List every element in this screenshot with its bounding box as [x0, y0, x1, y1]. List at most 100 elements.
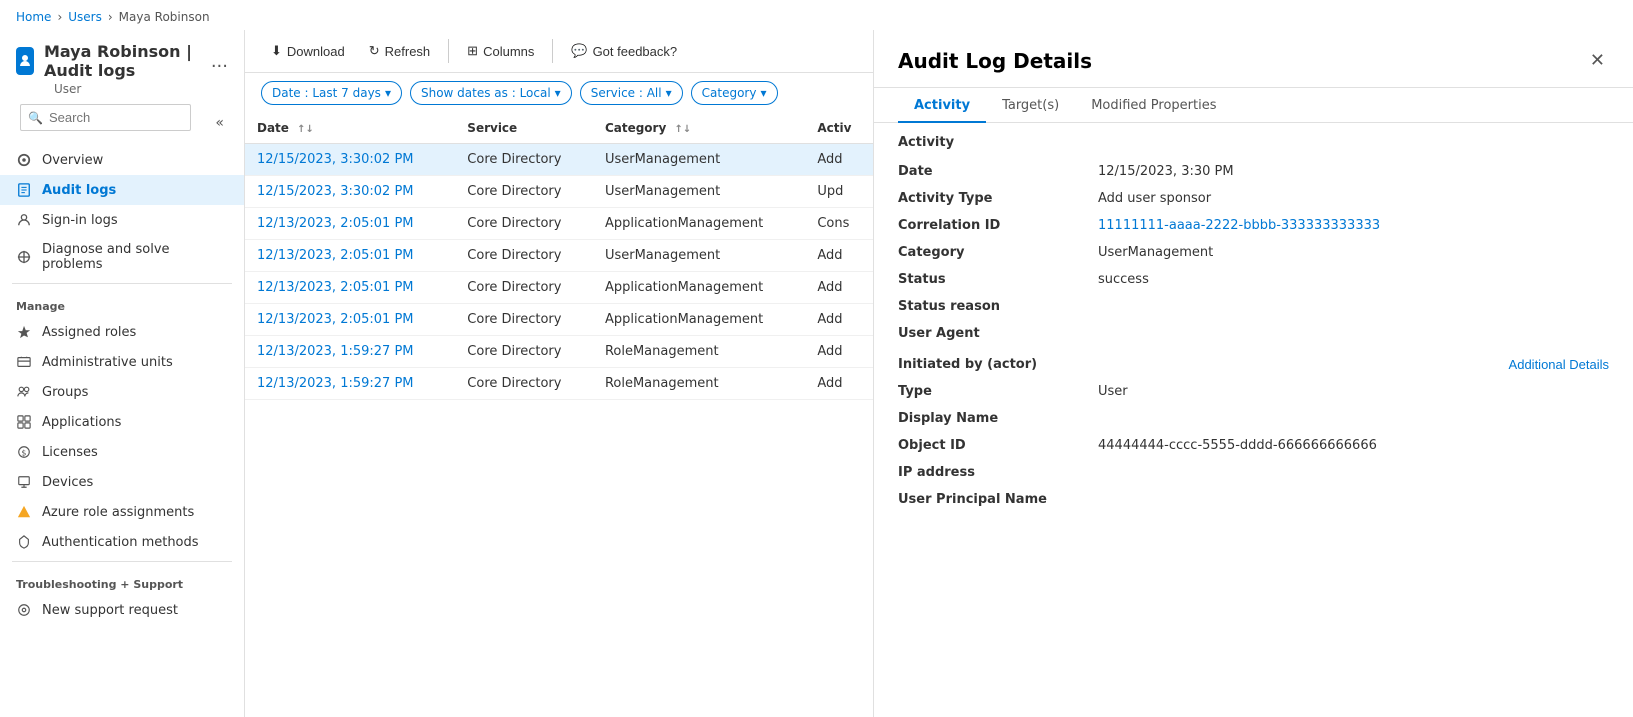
- cell-activity: Add: [805, 272, 873, 304]
- app-icon: [16, 414, 32, 430]
- cell-date: 12/13/2023, 1:59:27 PM: [245, 368, 455, 400]
- sidebar-item-applications[interactable]: Applications: [0, 407, 244, 437]
- sidebar: Maya Robinson | Audit logs ... User 🔍 « …: [0, 30, 245, 717]
- cell-activity: Add: [805, 368, 873, 400]
- cell-category: UserManagement: [593, 144, 805, 176]
- azure-icon: [16, 504, 32, 520]
- page-title: Maya Robinson | Audit logs: [44, 42, 201, 80]
- table-row[interactable]: 12/13/2023, 2:05:01 PM Core Directory Us…: [245, 240, 873, 272]
- cell-category: RoleManagement: [593, 368, 805, 400]
- filter-category-chevron: ▾: [760, 86, 766, 100]
- sidebar-item-azure-roles[interactable]: Azure role assignments: [0, 497, 244, 527]
- audit-logs-table: Date ↑↓ Service Category ↑↓ Activ: [245, 113, 873, 717]
- table-row[interactable]: 12/13/2023, 2:05:01 PM Core Directory Ap…: [245, 208, 873, 240]
- more-options-button[interactable]: ...: [211, 51, 228, 72]
- col-category[interactable]: Category ↑↓: [593, 113, 805, 144]
- sidebar-item-azure-roles-label: Azure role assignments: [42, 505, 194, 520]
- filter-showdates-chevron: ▾: [555, 86, 561, 100]
- detail-row-activity-type: Activity Type Add user sponsor: [874, 185, 1633, 212]
- cell-activity: Add: [805, 240, 873, 272]
- filter-service[interactable]: Service : All ▾: [580, 81, 683, 105]
- detail-row-correlation-id: Correlation ID 11111111-aaaa-2222-bbbb-3…: [874, 212, 1633, 239]
- filter-date[interactable]: Date : Last 7 days ▾: [261, 81, 402, 105]
- sidebar-item-admin-units[interactable]: Administrative units: [0, 347, 244, 377]
- cell-category: UserManagement: [593, 240, 805, 272]
- diagnose-icon: [16, 249, 32, 265]
- filter-service-chevron: ▾: [666, 86, 672, 100]
- table-row[interactable]: 12/13/2023, 1:59:27 PM Core Directory Ro…: [245, 336, 873, 368]
- sidebar-item-auth-methods-label: Authentication methods: [42, 535, 199, 550]
- col-activity[interactable]: Activ: [805, 113, 873, 144]
- sidebar-item-sign-in-logs[interactable]: Sign-in logs: [0, 205, 244, 235]
- breadcrumb-users[interactable]: Users: [68, 10, 102, 24]
- tab-activity[interactable]: Activity: [898, 88, 986, 123]
- collapse-sidebar-button[interactable]: «: [203, 111, 236, 135]
- col-date[interactable]: Date ↑↓: [245, 113, 455, 144]
- download-icon: ⬇: [271, 43, 282, 59]
- device-icon: [16, 474, 32, 490]
- detail-row-user-agent: User Agent: [874, 320, 1633, 347]
- sidebar-item-audit-logs[interactable]: Audit logs: [0, 175, 244, 205]
- cell-date: 12/15/2023, 3:30:02 PM: [245, 176, 455, 208]
- feedback-button[interactable]: 💬 Got feedback?: [561, 38, 687, 64]
- cell-category: UserManagement: [593, 176, 805, 208]
- sidebar-item-licenses[interactable]: $ Licenses: [0, 437, 244, 467]
- sidebar-item-diagnose[interactable]: Diagnose and solve problems: [0, 235, 244, 279]
- divider-support: [12, 561, 232, 562]
- sidebar-item-overview[interactable]: Overview: [0, 145, 244, 175]
- manage-section-label: Manage: [0, 288, 244, 317]
- tab-modified-properties[interactable]: Modified Properties: [1075, 88, 1232, 123]
- detail-row-status-reason: Status reason: [874, 293, 1633, 320]
- table-row[interactable]: 12/13/2023, 2:05:01 PM Core Directory Ap…: [245, 272, 873, 304]
- signin-icon: [16, 212, 32, 228]
- sidebar-user-icon: [16, 47, 34, 75]
- tab-targets[interactable]: Target(s): [986, 88, 1075, 123]
- divider-manage: [12, 283, 232, 284]
- cell-date: 12/13/2023, 2:05:01 PM: [245, 272, 455, 304]
- table-row[interactable]: 12/13/2023, 2:05:01 PM Core Directory Ap…: [245, 304, 873, 336]
- auth-icon: [16, 534, 32, 550]
- download-button[interactable]: ⬇ Download: [261, 38, 355, 64]
- sidebar-item-assigned-roles[interactable]: Assigned roles: [0, 317, 244, 347]
- overview-icon: [16, 152, 32, 168]
- role-icon: [16, 324, 32, 340]
- refresh-button[interactable]: ↻ Refresh: [359, 38, 440, 64]
- search-input[interactable]: [20, 104, 191, 131]
- table-row[interactable]: 12/13/2023, 1:59:27 PM Core Directory Ro…: [245, 368, 873, 400]
- sidebar-item-new-support[interactable]: New support request: [0, 595, 244, 625]
- columns-button[interactable]: ⊞ Columns: [457, 38, 544, 64]
- detail-row-status: Status success: [874, 266, 1633, 293]
- detail-row-actor-type: Type User: [874, 378, 1633, 405]
- cell-date: 12/13/2023, 1:59:27 PM: [245, 336, 455, 368]
- cell-category: ApplicationManagement: [593, 272, 805, 304]
- col-service[interactable]: Service: [455, 113, 593, 144]
- filter-showdates[interactable]: Show dates as : Local ▾: [410, 81, 572, 105]
- sidebar-item-overview-label: Overview: [42, 153, 103, 168]
- table-row[interactable]: 12/15/2023, 3:30:02 PM Core Directory Us…: [245, 144, 873, 176]
- cell-activity: Upd: [805, 176, 873, 208]
- cell-activity: Add: [805, 304, 873, 336]
- detail-tabs: Activity Target(s) Modified Properties: [874, 88, 1633, 123]
- cell-service: Core Directory: [455, 208, 593, 240]
- breadcrumb-home[interactable]: Home: [16, 10, 51, 24]
- sidebar-item-applications-label: Applications: [42, 415, 121, 430]
- search-box: 🔍: [20, 104, 191, 131]
- sidebar-item-groups[interactable]: Groups: [0, 377, 244, 407]
- additional-details-button[interactable]: Additional Details: [1509, 357, 1609, 372]
- sidebar-item-devices[interactable]: Devices: [0, 467, 244, 497]
- filter-category[interactable]: Category ▾: [691, 81, 778, 105]
- breadcrumb-current: Maya Robinson: [119, 10, 210, 24]
- filters-bar: Date : Last 7 days ▾ Show dates as : Loc…: [245, 73, 873, 113]
- cell-service: Core Directory: [455, 304, 593, 336]
- columns-icon: ⊞: [467, 43, 478, 59]
- detail-row-date: Date 12/15/2023, 3:30 PM: [874, 158, 1633, 185]
- license-icon: $: [16, 444, 32, 460]
- toolbar: ⬇ Download ↻ Refresh ⊞ Columns 💬 Got fee…: [245, 30, 873, 73]
- search-icon: 🔍: [28, 111, 43, 125]
- sort-date-icon: ↑↓: [297, 124, 314, 135]
- sidebar-item-auth-methods[interactable]: Authentication methods: [0, 527, 244, 557]
- table-header-row: Date ↑↓ Service Category ↑↓ Activ: [245, 113, 873, 144]
- cell-date: 12/13/2023, 2:05:01 PM: [245, 240, 455, 272]
- close-detail-panel-button[interactable]: ✕: [1586, 46, 1609, 75]
- table-row[interactable]: 12/15/2023, 3:30:02 PM Core Directory Us…: [245, 176, 873, 208]
